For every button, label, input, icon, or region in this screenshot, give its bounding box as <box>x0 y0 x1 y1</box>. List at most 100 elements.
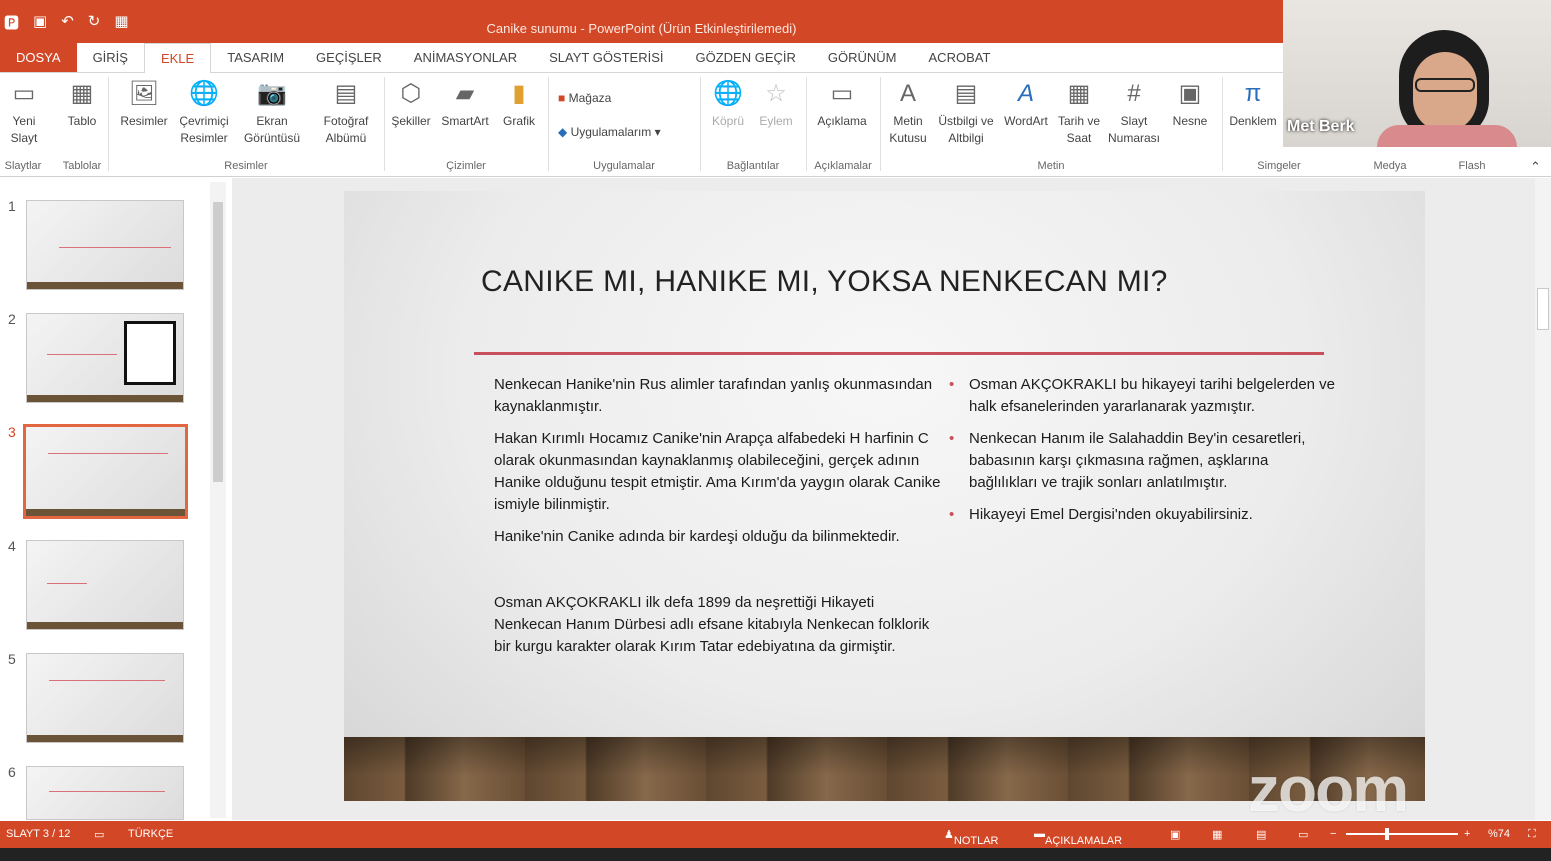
tab-gorunum[interactable]: GÖRÜNÜM <box>812 43 913 72</box>
comment-button[interactable]: ▭ Açıklama <box>810 78 874 130</box>
group-separator <box>384 77 385 171</box>
spell-check-icon[interactable]: ▭ <box>94 828 104 841</box>
pictures-button[interactable]: 🖼 Resimler <box>116 78 172 130</box>
globe-link-icon: 🌐 <box>713 80 743 107</box>
zoom-watermark: zoom <box>1248 753 1409 825</box>
tab-ekle[interactable]: EKLE <box>143 43 212 74</box>
vertical-scrollbar[interactable] <box>1535 178 1551 820</box>
hyperlink-button[interactable]: 🌐 Köprü <box>706 78 750 130</box>
tab-gecisler[interactable]: GEÇİŞLER <box>300 43 398 72</box>
shapes-button[interactable]: ⬡ Şekiller <box>388 78 434 130</box>
chart-button[interactable]: ▮ Grafik <box>496 78 542 130</box>
slide-thumbnail[interactable] <box>26 200 184 290</box>
tab-gozden-gecir[interactable]: GÖZDEN GEÇİR <box>680 43 812 72</box>
wordart-button[interactable]: A WordArt <box>998 78 1054 130</box>
text-box-button[interactable]: A Metin Kutusu <box>882 78 934 147</box>
slideshow-view-icon[interactable]: ▭ <box>1298 828 1308 841</box>
slide[interactable]: CANIKE MI, HANIKE MI, YOKSA NENKECAN MI?… <box>344 191 1425 801</box>
fit-to-window-icon[interactable]: ⛶ <box>1528 828 1536 841</box>
slide-counter[interactable]: SLAYT 3 / 12 <box>6 828 70 840</box>
my-apps-button[interactable]: ◆ Uygulamalarım ▾ <box>558 125 661 139</box>
action-button[interactable]: ☆ Eylem <box>752 78 800 130</box>
thumb-number: 5 <box>8 651 16 667</box>
zoom-out-icon[interactable]: − <box>1330 828 1336 840</box>
photo-album-icon: ▤ <box>334 80 358 107</box>
group-label-flash: Flash <box>1458 160 1486 172</box>
pi-icon: π <box>1244 80 1262 107</box>
participant-name: Met Berk <box>1287 118 1355 135</box>
group-separator <box>548 77 549 171</box>
language-indicator[interactable]: TÜRKÇE <box>128 828 173 840</box>
object-icon: ▣ <box>1178 80 1202 107</box>
slide-thumbnail[interactable] <box>26 313 184 403</box>
comment-icon: ▭ <box>830 80 854 107</box>
action-star-icon: ☆ <box>765 80 787 107</box>
normal-view-icon[interactable]: ▣ <box>1170 828 1180 841</box>
slide-number-icon: # <box>1127 80 1141 107</box>
slide-thumbnail[interactable] <box>26 540 184 630</box>
tab-animasyonlar[interactable]: ANİMASYONLAR <box>398 43 533 72</box>
group-separator <box>108 77 109 171</box>
thumb-number: 4 <box>8 538 16 554</box>
participant-video: Met Berk <box>1283 0 1551 147</box>
notes-button[interactable]: ♟ NOTLAR <box>944 828 999 847</box>
group-label-slaytlar: Slaytlar <box>4 160 42 172</box>
group-label-simgeler: Simgeler <box>1257 160 1301 172</box>
zoom-slider-handle[interactable] <box>1385 828 1389 840</box>
bullet-item: Nenkecan Hanım ile Salahaddin Bey'in ces… <box>949 428 1339 494</box>
store-button[interactable]: ■ Mağaza <box>558 91 611 105</box>
status-bar: SLAYT 3 / 12 ▭ TÜRKÇE ♟ NOTLAR ▬ AÇIKLAM… <box>0 821 1551 848</box>
slide-number-button[interactable]: # Slayt Numarası <box>1106 78 1162 147</box>
tab-tasarim[interactable]: TASARIM <box>211 43 300 72</box>
date-time-button[interactable]: ▦ Tarih ve Saat <box>1054 78 1104 147</box>
zoom-in-icon[interactable]: + <box>1464 828 1470 840</box>
paragraph: Hanike'nin Canike adında bir kardeşi old… <box>494 528 900 545</box>
thumbnail-scrollbar[interactable] <box>210 182 226 818</box>
object-button[interactable]: ▣ Nesne <box>1164 78 1216 130</box>
tab-slayt-gosterisi[interactable]: SLAYT GÖSTERİSİ <box>533 43 679 72</box>
wordart-icon: A <box>1017 80 1034 107</box>
bullet-item: Osman AKÇOKRAKLI bu hikayeyi tarihi belg… <box>949 374 1339 418</box>
tab-dosya[interactable]: DOSYA <box>0 43 77 72</box>
group-separator <box>1222 77 1223 171</box>
zoom-level[interactable]: %74 <box>1488 828 1510 840</box>
group-label-cizimler: Çizimler <box>446 160 486 172</box>
group-separator <box>880 77 881 171</box>
table-icon: ▦ <box>70 80 94 107</box>
online-pictures-button[interactable]: 🌐 Çevrimiçi Resimler <box>174 78 234 147</box>
new-slide-button[interactable]: ▭ Yeni Slayt <box>2 78 46 147</box>
slide-editing-area: CANIKE MI, HANIKE MI, YOKSA NENKECAN MI?… <box>232 178 1535 820</box>
left-text-placeholder[interactable]: Nenkecan Hanike'nin Rus alimler tarafınd… <box>494 374 944 668</box>
group-label-tablolar: Tablolar <box>62 160 102 172</box>
store-icon: ■ <box>558 91 566 105</box>
camera-icon: 📷 <box>257 80 287 107</box>
zoom-slider[interactable] <box>1346 833 1458 835</box>
slide-thumbnail-selected[interactable] <box>23 424 188 519</box>
photo-album-button[interactable]: ▤ Fotoğraf Albümü <box>314 78 378 147</box>
table-button[interactable]: ▦ Tablo <box>60 78 104 130</box>
right-text-placeholder[interactable]: Osman AKÇOKRAKLI bu hikayeyi tarihi belg… <box>949 374 1339 536</box>
collapse-ribbon-icon[interactable]: ⌃ <box>1530 159 1541 175</box>
bullet-item: Hikayeyi Emel Dergisi'nden okuyabilirsin… <box>949 504 1339 526</box>
title-divider <box>474 352 1324 355</box>
equation-button[interactable]: π Denklem <box>1224 78 1282 130</box>
group-label-metin: Metin <box>1037 160 1065 172</box>
thumb-number: 1 <box>8 198 16 214</box>
reading-view-icon[interactable]: ▤ <box>1256 828 1266 841</box>
slide-thumbnail[interactable] <box>26 766 184 820</box>
text-box-icon: A <box>899 80 916 107</box>
smartart-icon: ▰ <box>455 80 475 107</box>
slide-thumbnail[interactable] <box>26 653 184 743</box>
smartart-button[interactable]: ▰ SmartArt <box>436 78 494 130</box>
group-label-aciklamalar: Açıklamalar <box>814 160 872 172</box>
slide-sorter-icon[interactable]: ▦ <box>1212 828 1222 841</box>
window-title: Canike sunumu - PowerPoint (Ürün Etkinle… <box>486 21 797 36</box>
tab-giris[interactable]: GİRİŞ <box>77 43 144 72</box>
group-label-uygulamalar: Uygulamalar <box>593 160 655 172</box>
tab-acrobat[interactable]: ACROBAT <box>913 43 1007 72</box>
calendar-icon: ▦ <box>1067 80 1091 107</box>
header-footer-button[interactable]: ▤ Üstbilgi ve Altbilgi <box>936 78 996 147</box>
comments-button[interactable]: ▬ AÇIKLAMALAR <box>1034 828 1122 847</box>
slide-title[interactable]: CANIKE MI, HANIKE MI, YOKSA NENKECAN MI? <box>481 265 1168 299</box>
screenshot-button[interactable]: 📷 Ekran Görüntüsü <box>236 78 308 147</box>
